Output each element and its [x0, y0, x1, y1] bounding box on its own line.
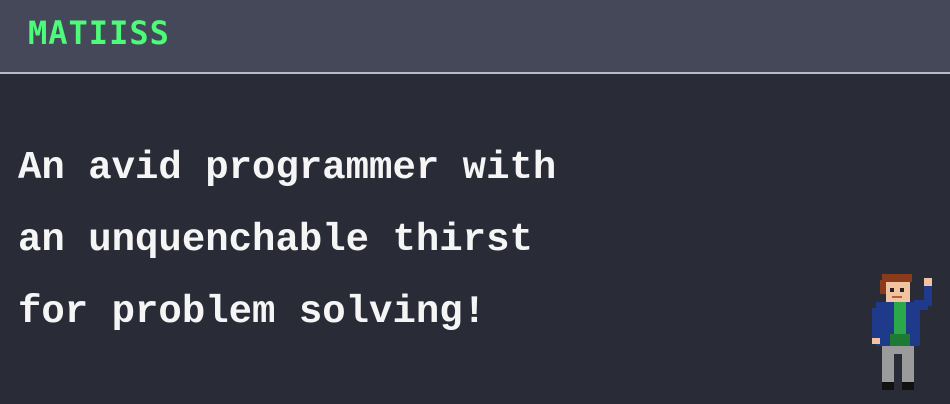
tagline-line-1: An avid programmer with: [18, 146, 557, 190]
avatar-hair: [882, 274, 912, 282]
avatar-mouth: [892, 296, 902, 298]
avatar-pants-top: [882, 346, 914, 354]
avatar-eye-right: [900, 288, 904, 292]
hero-tagline: An avid programmer with an unquenchable …: [18, 132, 556, 348]
tagline-line-2: an unquenchable thirst: [18, 218, 533, 262]
avatar-shoe-left: [882, 382, 894, 390]
avatar-eye-left: [890, 288, 894, 292]
tagline-line-3: for problem solving!: [18, 290, 487, 334]
avatar-shirt-detail: [890, 334, 910, 346]
top-nav-bar: MATIISS: [0, 0, 950, 74]
avatar-lower-hand: [872, 338, 880, 344]
page: MATIISS An avid programmer with an unque…: [0, 0, 950, 404]
avatar-hand: [924, 278, 932, 286]
avatar-face: [886, 282, 910, 302]
site-logo[interactable]: MATIISS: [28, 13, 170, 53]
avatar-hair-side: [880, 280, 886, 294]
avatar-lower-arm: [872, 308, 880, 338]
avatar-shoe-right: [902, 382, 914, 390]
pixel-character-waving-icon: [872, 274, 932, 390]
